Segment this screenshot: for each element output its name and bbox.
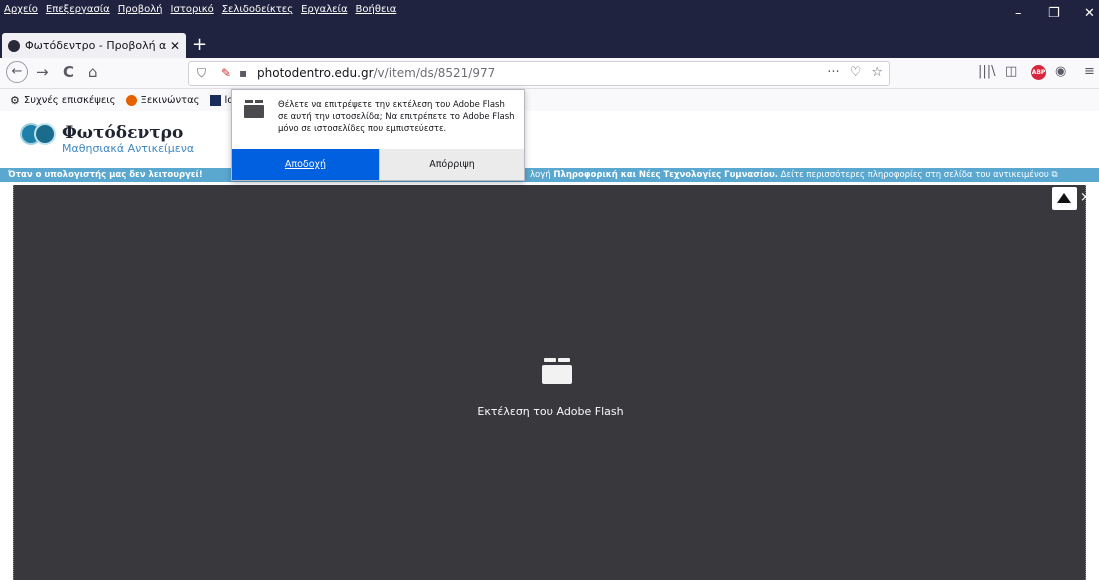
library-icon[interactable]: |||\ [978,64,996,79]
menu-bookmarks[interactable]: Σελιδοδείκτες [222,4,293,15]
info-bar: Όταν ο υπολογιστής μας δεν λειτουργεί! λ… [0,168,1099,182]
info-link[interactable]: Δείτε περισσότερες πληροφορίες στη σελίδ… [781,170,1049,180]
popup-message: Θέλετε να επιτρέψετε την εκτέλεση του Ad… [278,100,515,134]
tab-active[interactable]: Φωτόδεντρο - Προβολή αντι ✕ [2,33,186,58]
bookmark-getting-started[interactable]: Ξεκινώντας [125,94,200,106]
flash-placeholder[interactable]: Εκτέλεση του Adobe Flash [13,185,1086,580]
tab-title: Φωτόδεντρο - Προβολή αντι [25,39,166,52]
external-link-icon[interactable]: ⧉ [1052,170,1058,180]
flash-run-label[interactable]: Εκτέλεση του Adobe Flash [14,405,1087,418]
hamburger-menu-icon[interactable]: ≡ [1084,64,1095,79]
back-button[interactable]: ← [6,61,28,83]
photodentro-logo[interactable] [10,117,56,157]
site-header: Φωτόδεντρο Μαθησιακά Αντικείμενα [0,111,1099,168]
forward-button[interactable]: → [36,63,49,81]
plugin-blocked-icon[interactable]: ✎ [221,66,231,80]
maximize-button[interactable]: ❐ [1048,6,1060,21]
menu-file[interactable]: Αρχείο [4,4,38,15]
menu-list: Αρχείο Επεξεργασία Προβολή Ιστορικό Σελι… [4,4,396,15]
navigation-toolbar: ← → C ⌂ ⛉ ✎ ▪ photodentro.edu.gr/v/item/… [0,58,1099,89]
gear-icon: ⚙ [10,93,20,107]
allow-button[interactable]: Αποδοχή [232,149,379,180]
site-title[interactable]: Φωτόδεντρο [62,123,183,143]
close-window-button[interactable]: ✕ [1084,6,1095,21]
menu-edit[interactable]: Επεξεργασία [46,4,110,15]
url-text[interactable]: photodentro.edu.gr/v/item/ds/8521/977 [257,66,495,80]
firefox-icon [125,94,137,106]
scroll-to-top-button[interactable] [1052,187,1077,210]
menu-tools[interactable]: Εργαλεία [301,4,347,15]
menu-history[interactable]: Ιστορικό [171,4,214,15]
reload-button[interactable]: C [63,63,74,81]
account-icon[interactable]: ◉ [1055,64,1066,79]
menu-bar: Αρχείο Επεξεργασία Προβολή Ιστορικό Σελι… [0,0,1099,33]
close-overlay-icon[interactable]: × [1080,190,1091,205]
site-subtitle: Μαθησιακά Αντικείμενα [62,142,195,155]
menu-view[interactable]: Προβολή [118,4,163,15]
sidebar-icon[interactable]: ◫ [1005,64,1017,79]
bookmark-frequent[interactable]: ⚙ Συχνές επισκέψεις [10,94,116,107]
bookmarks-toolbar: ⚙ Συχνές επισκέψεις Ξεκινώντας logo [0,89,1099,111]
popup-actions: Αποδοχή Απόρριψη [232,149,524,180]
adblock-icon[interactable]: ABP [1031,65,1046,80]
logo-icon [209,94,221,106]
home-button[interactable]: ⌂ [88,63,98,81]
menu-help[interactable]: Βοήθεια [356,4,397,15]
info-details: λογή Πληροφορική και Νέες Τεχνολογίες Γυ… [530,170,1058,180]
tab-close-icon[interactable]: ✕ [170,39,180,53]
flash-permission-popup: Θέλετε να επιτρέψετε την εκτέλεση του Ad… [231,89,525,181]
plugin-icon[interactable] [542,358,572,384]
info-title: Όταν ο υπολογιστής μας δεν λειτουργεί! [8,170,203,180]
site-favicon-icon [8,39,20,52]
plugin-icon [244,100,264,118]
minimize-button[interactable]: – [1015,6,1022,21]
pocket-icon[interactable]: ♡ [850,65,862,80]
shield-icon[interactable]: ⛉ [197,66,206,81]
tab-strip: Φωτόδεντρο - Προβολή αντι ✕ + [0,33,1099,58]
page-actions-icon[interactable]: ··· [827,65,839,80]
deny-button[interactable]: Απόρριψη [379,149,524,180]
new-tab-button[interactable]: + [192,34,207,55]
bookmark-star-icon[interactable]: ☆ [871,65,883,80]
url-bar[interactable]: ⛉ ✎ ▪ photodentro.edu.gr/v/item/ds/8521/… [188,61,890,86]
plugin-icon[interactable]: ▪ [239,66,247,80]
